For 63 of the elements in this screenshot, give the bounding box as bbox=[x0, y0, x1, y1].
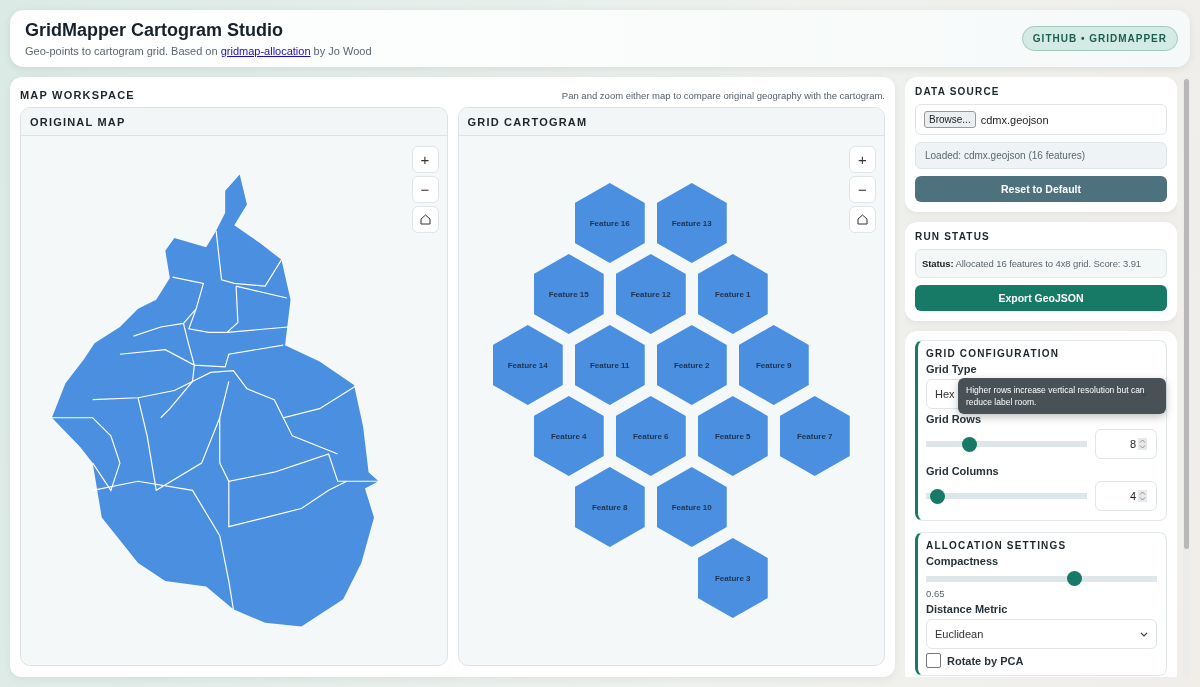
zoom-out-button[interactable]: − bbox=[849, 176, 876, 203]
distance-metric-dropdown[interactable]: Euclidean bbox=[926, 619, 1157, 649]
home-icon bbox=[857, 214, 868, 225]
home-button[interactable] bbox=[411, 206, 439, 233]
file-field[interactable]: Browse... cdmx.geojson bbox=[915, 104, 1167, 135]
section-title: RUN STATUS bbox=[915, 231, 991, 242]
reset-button[interactable]: Reset to Default bbox=[915, 176, 1167, 202]
gridmap-allocation-link[interactable]: gridmap-allocation bbox=[220, 45, 311, 57]
export-button[interactable]: Export GeoJSON bbox=[915, 285, 1167, 311]
checkbox[interactable] bbox=[926, 653, 941, 668]
slider-thumb[interactable] bbox=[962, 436, 978, 452]
hex-cell[interactable]: Feature 1 bbox=[697, 254, 768, 334]
file-name: cdmx.geojson bbox=[980, 113, 1049, 126]
section-title: DATA SOURCE bbox=[915, 86, 1001, 97]
hex-cell[interactable]: Feature 7 bbox=[779, 396, 850, 476]
hint-text: Pan and zoom either map to compare original geography with the cartogram. bbox=[561, 89, 885, 101]
hex-cell[interactable]: Feature 2 bbox=[656, 325, 727, 405]
section-title: MAP WORKSPACE bbox=[20, 89, 135, 101]
hex-cell[interactable]: Feature 16 bbox=[574, 183, 645, 263]
hex-cell[interactable]: Feature 10 bbox=[656, 467, 727, 547]
zoom-in-button[interactable]: + bbox=[849, 146, 876, 173]
field-label: Grid Type bbox=[926, 363, 978, 375]
hex-cell[interactable]: Feature 3 bbox=[697, 538, 768, 618]
slider-thumb[interactable] bbox=[1066, 571, 1082, 586]
chevron-down-icon bbox=[1140, 631, 1148, 637]
field-label: Grid Rows bbox=[926, 413, 982, 425]
hex-cell[interactable]: Feature 4 bbox=[533, 396, 604, 476]
field-label: Compactness bbox=[926, 555, 1000, 567]
number-field[interactable]: 8 bbox=[1095, 429, 1157, 459]
status-message: Status: Allocated 16 features to 4x8 grid. Score: 3.91 bbox=[915, 249, 1167, 278]
scrollbar[interactable] bbox=[1183, 77, 1190, 677]
browse-button[interactable]: Browse... bbox=[924, 111, 976, 128]
number-field[interactable]: 4 bbox=[1095, 481, 1157, 511]
home-icon bbox=[419, 214, 431, 225]
spinner-icon bbox=[1138, 490, 1147, 502]
hex-cell[interactable]: Feature 6 bbox=[615, 396, 686, 476]
hex-cell[interactable]: Feature 15 bbox=[533, 254, 604, 334]
field-label: Grid Columns bbox=[926, 465, 1000, 477]
hex-cell[interactable]: Feature 8 bbox=[574, 467, 645, 547]
slider-value: 0.65 bbox=[926, 588, 946, 599]
github-link[interactable]: GITHUB • GRIDMAPPER bbox=[1021, 26, 1178, 51]
loaded-message: Loaded: cdmx.geojson (16 features) bbox=[915, 142, 1167, 169]
field-label: Distance Metric bbox=[926, 603, 1009, 615]
panel-title: ORIGINAL MAP bbox=[30, 115, 126, 128]
map-drawing[interactable] bbox=[51, 174, 380, 627]
hex-cell[interactable]: Feature 5 bbox=[697, 396, 768, 476]
section-title: GRID CONFIGURATION bbox=[926, 348, 1061, 359]
zoom-in-button[interactable]: + bbox=[411, 146, 439, 173]
hex-cell[interactable]: Feature 9 bbox=[738, 325, 809, 405]
hex-cell[interactable]: Feature 11 bbox=[574, 325, 645, 405]
zoom-out-button[interactable]: − bbox=[411, 176, 439, 203]
subtitle: Geo-points to cartogram grid. Based on gridmap-allocation by Jo Wood bbox=[25, 45, 372, 57]
slider-thumb[interactable] bbox=[930, 488, 946, 504]
panel-title: GRID CARTOGRAM bbox=[467, 115, 588, 128]
app-title: GridMapper Cartogram Studio bbox=[25, 20, 285, 41]
hex-cell[interactable]: Feature 13 bbox=[656, 183, 727, 263]
home-button[interactable] bbox=[849, 206, 876, 233]
hex-cell[interactable]: Feature 14 bbox=[492, 325, 563, 405]
tooltip: Higher rows increase vertical resolution but can reduce label room. bbox=[958, 378, 1166, 414]
section-title: ALLOCATION SETTINGS bbox=[926, 540, 1068, 551]
spinner-icon bbox=[1138, 438, 1147, 450]
checkbox-label: Rotate by PCA bbox=[947, 654, 1024, 667]
hex-cell[interactable]: Feature 12 bbox=[615, 254, 686, 334]
